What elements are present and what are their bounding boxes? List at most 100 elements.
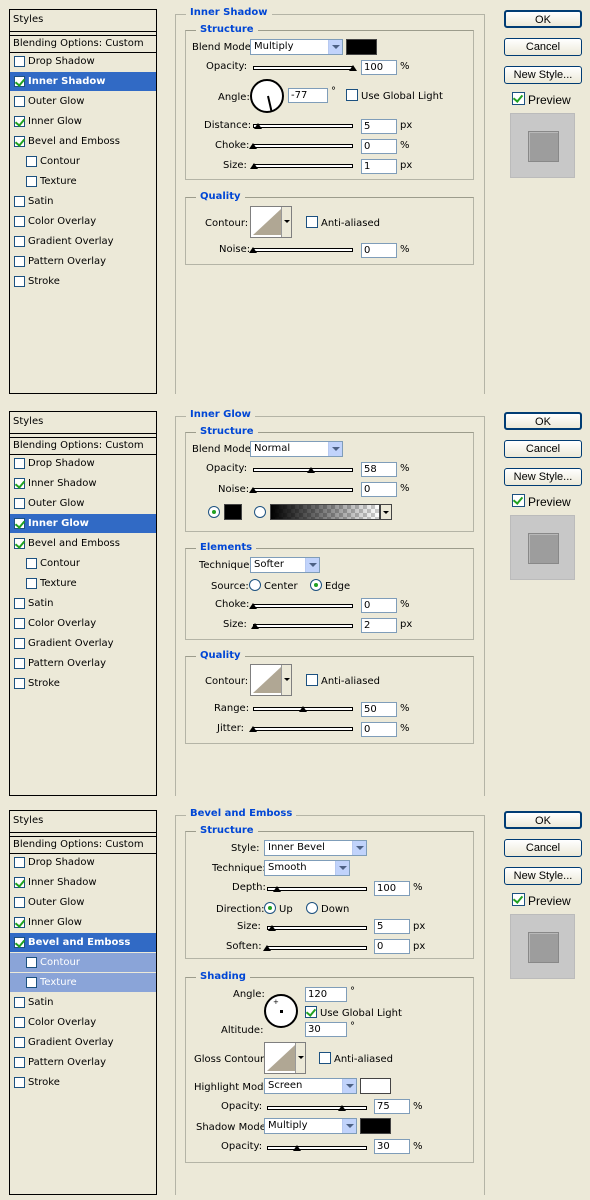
slider-thumb[interactable] <box>338 1105 347 1114</box>
opacity-slider[interactable] <box>253 466 353 474</box>
style-item-satin[interactable]: Satin <box>10 993 156 1012</box>
style-item-pattern-overlay[interactable]: Pattern Overlay <box>10 252 156 271</box>
style-item-texture[interactable]: Texture <box>10 172 156 191</box>
style-item-color-overlay[interactable]: Color Overlay <box>10 212 156 231</box>
style-item-stroke[interactable]: Stroke <box>10 1073 156 1092</box>
slider-thumb[interactable] <box>249 487 258 496</box>
blend-mode-select[interactable]: Multiply <box>250 39 343 55</box>
style-item-checkbox[interactable] <box>26 176 37 187</box>
gloss-contour-picker[interactable] <box>264 1042 306 1074</box>
edge-radio[interactable] <box>310 579 322 591</box>
depth-input[interactable]: 100 <box>374 881 410 896</box>
slider-thumb[interactable] <box>263 945 272 954</box>
cancel-button[interactable]: Cancel <box>504 38 582 56</box>
style-item-pattern-overlay[interactable]: Pattern Overlay <box>10 1053 156 1072</box>
style-item-satin[interactable]: Satin <box>10 192 156 211</box>
center-radio[interactable] <box>249 579 261 591</box>
style-item-checkbox[interactable] <box>14 937 25 948</box>
slider-thumb[interactable] <box>299 706 308 715</box>
cancel-button[interactable]: Cancel <box>504 839 582 857</box>
preview-checkbox[interactable] <box>512 893 525 906</box>
slider-thumb[interactable] <box>249 247 258 256</box>
style-item-checkbox[interactable] <box>14 638 25 649</box>
style-item-checkbox[interactable] <box>14 196 25 207</box>
opacity-input[interactable]: 100 <box>361 60 397 75</box>
chevron-down-icon[interactable] <box>380 504 392 520</box>
style-item-satin[interactable]: Satin <box>10 594 156 613</box>
technique-select[interactable]: Softer <box>250 557 320 573</box>
angle-input[interactable]: -77 <box>288 88 328 103</box>
slider-thumb[interactable] <box>254 123 263 132</box>
gradient-radio[interactable] <box>254 506 266 518</box>
style-item-checkbox[interactable] <box>14 857 25 868</box>
style-item-texture[interactable]: Texture <box>10 973 156 992</box>
size-slider[interactable] <box>250 162 353 170</box>
shadow-color-swatch[interactable] <box>360 1118 391 1134</box>
size-input[interactable]: 5 <box>374 919 410 934</box>
style-item-checkbox[interactable] <box>14 1017 25 1028</box>
shadow-opacity-slider[interactable] <box>267 1144 367 1152</box>
style-item-checkbox[interactable] <box>14 997 25 1008</box>
jitter-slider[interactable] <box>249 725 353 733</box>
styles-header[interactable]: Styles <box>10 10 156 32</box>
style-item-checkbox[interactable] <box>14 116 25 127</box>
highlight-mode-select[interactable]: Screen <box>264 1078 357 1094</box>
jitter-input[interactable]: 0 <box>361 722 397 737</box>
style-item-checkbox[interactable] <box>14 618 25 629</box>
angle-input[interactable]: 120 <box>305 987 347 1002</box>
style-item-checkbox[interactable] <box>14 96 25 107</box>
opacity-slider[interactable] <box>253 64 357 72</box>
style-item-checkbox[interactable] <box>14 498 25 509</box>
style-item-checkbox[interactable] <box>14 236 25 247</box>
style-item-contour[interactable]: Contour <box>10 152 156 171</box>
noise-input[interactable]: 0 <box>361 243 397 258</box>
style-item-inner-glow[interactable]: Inner Glow <box>10 112 156 131</box>
contour-picker[interactable] <box>250 206 292 238</box>
style-item-checkbox[interactable] <box>26 558 37 569</box>
style-item-drop-shadow[interactable]: Drop Shadow <box>10 853 156 872</box>
preview-checkbox[interactable] <box>512 92 525 105</box>
angle-dial[interactable] <box>250 79 284 113</box>
highlight-opacity-input[interactable]: 75 <box>374 1099 410 1114</box>
style-item-checkbox[interactable] <box>14 658 25 669</box>
slider-thumb[interactable] <box>349 65 358 74</box>
style-item-checkbox[interactable] <box>14 897 25 908</box>
direction-up-radio[interactable] <box>264 902 276 914</box>
noise-slider[interactable] <box>249 246 353 254</box>
blend-mode-select[interactable]: Normal <box>250 441 343 457</box>
choke-input[interactable]: 0 <box>361 139 397 154</box>
style-item-outer-glow[interactable]: Outer Glow <box>10 494 156 513</box>
style-item-bevel-and-emboss[interactable]: Bevel and Emboss <box>10 132 156 151</box>
blending-options-item[interactable]: Blending Options: Custom <box>10 35 156 53</box>
style-item-checkbox[interactable] <box>14 276 25 287</box>
size-slider[interactable] <box>251 622 353 630</box>
style-select[interactable]: Inner Bevel <box>264 840 367 856</box>
style-item-texture[interactable]: Texture <box>10 574 156 593</box>
style-item-inner-shadow[interactable]: Inner Shadow <box>10 873 156 892</box>
preview-checkbox[interactable] <box>512 494 525 507</box>
technique-select[interactable]: Smooth <box>264 860 350 876</box>
blending-options-item[interactable]: Blending Options: Custom <box>10 437 156 455</box>
size-slider[interactable] <box>267 924 367 932</box>
new-style-button[interactable]: New Style... <box>504 66 582 84</box>
noise-slider[interactable] <box>249 486 353 494</box>
choke-slider[interactable] <box>249 602 353 610</box>
noise-input[interactable]: 0 <box>361 482 397 497</box>
shadow-color-swatch[interactable] <box>346 39 377 55</box>
style-item-checkbox[interactable] <box>14 1037 25 1048</box>
style-item-checkbox[interactable] <box>26 977 37 988</box>
style-item-checkbox[interactable] <box>14 1057 25 1068</box>
style-item-gradient-overlay[interactable]: Gradient Overlay <box>10 1033 156 1052</box>
distance-slider[interactable] <box>253 122 353 130</box>
chevron-down-icon[interactable] <box>281 207 291 237</box>
style-item-checkbox[interactable] <box>14 598 25 609</box>
style-item-checkbox[interactable] <box>26 156 37 167</box>
distance-input[interactable]: 5 <box>361 119 397 134</box>
style-item-checkbox[interactable] <box>26 957 37 968</box>
style-item-checkbox[interactable] <box>14 917 25 928</box>
style-item-drop-shadow[interactable]: Drop Shadow <box>10 454 156 473</box>
style-item-bevel-and-emboss[interactable]: Bevel and Emboss <box>10 933 156 952</box>
style-item-checkbox[interactable] <box>14 216 25 227</box>
contour-picker[interactable] <box>250 664 292 696</box>
style-item-gradient-overlay[interactable]: Gradient Overlay <box>10 232 156 251</box>
